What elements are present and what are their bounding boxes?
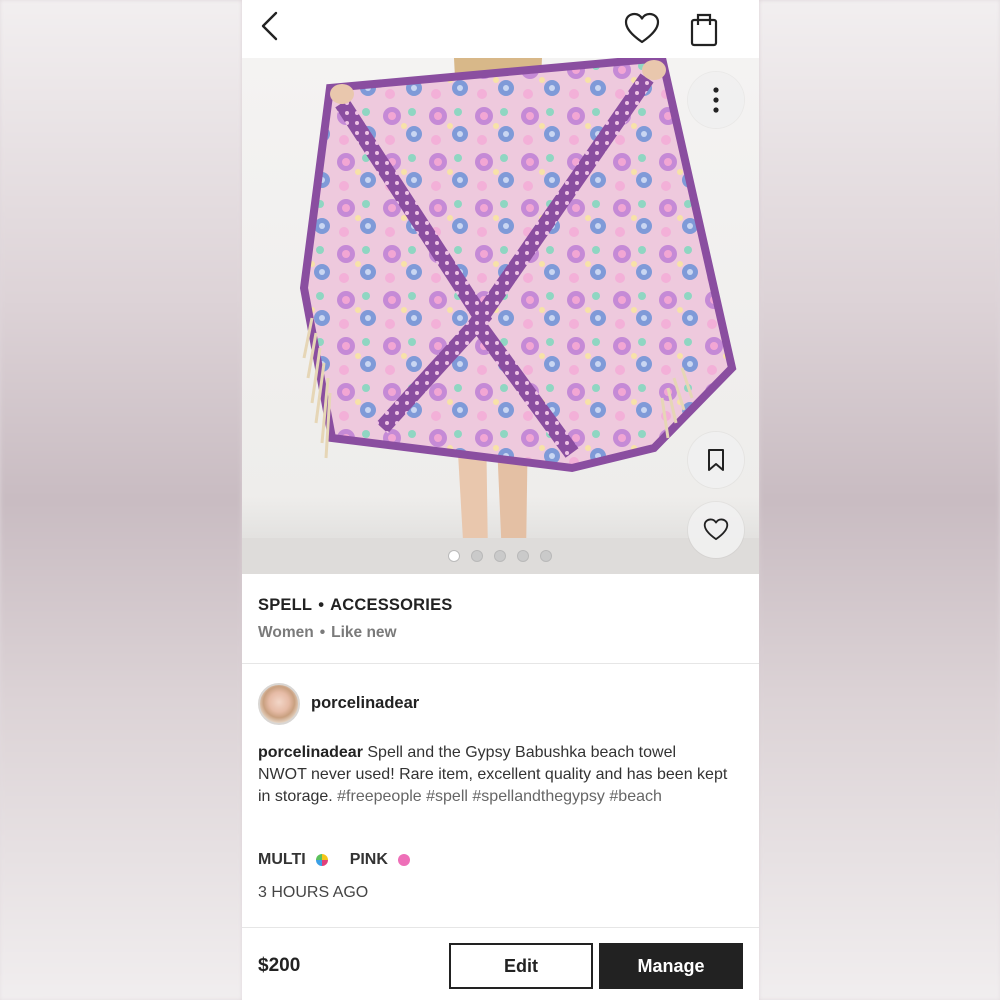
hashtag[interactable]: #spell — [426, 788, 468, 805]
background-left — [0, 0, 242, 1000]
listing-description: porcelinadear Spell and the Gypsy Babush… — [258, 742, 728, 808]
gallery-dot[interactable] — [494, 550, 506, 562]
color-label: PINK — [349, 851, 388, 868]
posted-time: 3 HOURS AGO — [258, 884, 369, 901]
heart-icon — [624, 12, 660, 44]
color-list: MULTI PINK — [258, 851, 432, 869]
brand-link[interactable]: SPELL — [258, 596, 312, 615]
footer-divider — [242, 927, 759, 928]
hashtag[interactable]: #freepeople — [337, 788, 422, 805]
gallery-dot[interactable] — [540, 550, 552, 562]
gallery-dot[interactable] — [471, 550, 483, 562]
hashtag[interactable]: #spellandthegypsy — [472, 788, 605, 805]
seller-username[interactable]: porcelinadear — [311, 694, 419, 713]
product-image-gallery[interactable] — [242, 58, 759, 574]
product-photo — [242, 58, 759, 574]
top-bar — [242, 0, 759, 58]
avatar[interactable] — [258, 683, 300, 725]
chevron-left-icon — [261, 11, 278, 41]
separator: • — [318, 596, 325, 614]
background-right — [759, 0, 1000, 1000]
back-button[interactable] — [256, 10, 286, 44]
department: Women — [258, 624, 314, 641]
like-button-top[interactable] — [624, 12, 660, 46]
department-condition-line: Women • Like new — [258, 624, 397, 642]
hashtag[interactable]: #beach — [609, 788, 662, 805]
manage-button[interactable]: Manage — [599, 943, 743, 989]
shopping-bag-button[interactable] — [686, 10, 722, 48]
more-options-button[interactable] — [688, 72, 744, 128]
separator: • — [319, 624, 326, 641]
save-button[interactable] — [688, 432, 744, 488]
bookmark-icon — [708, 449, 724, 471]
pink-color-swatch — [397, 854, 410, 866]
condition: Like new — [331, 624, 397, 641]
shopping-bag-icon — [690, 13, 718, 47]
edit-button[interactable]: Edit — [449, 943, 593, 989]
gallery-pagination — [448, 550, 552, 562]
category-link[interactable]: ACCESSORIES — [330, 596, 452, 615]
description-author[interactable]: porcelinadear — [258, 744, 363, 761]
gallery-dot[interactable] — [448, 550, 460, 562]
divider — [242, 663, 759, 664]
more-vertical-icon — [713, 87, 719, 113]
color-multi: MULTI — [258, 851, 328, 869]
like-button[interactable] — [688, 502, 744, 558]
multi-color-swatch — [315, 854, 328, 866]
app-screen: SPELL • ACCESSORIES Women • Like new por… — [242, 0, 759, 1000]
color-pink: PINK — [350, 851, 410, 869]
color-label: MULTI — [258, 851, 306, 868]
price: $200 — [258, 955, 301, 976]
gallery-dot[interactable] — [517, 550, 529, 562]
heart-icon — [703, 518, 729, 541]
brand-category-line: SPELL • ACCESSORIES — [258, 596, 452, 615]
